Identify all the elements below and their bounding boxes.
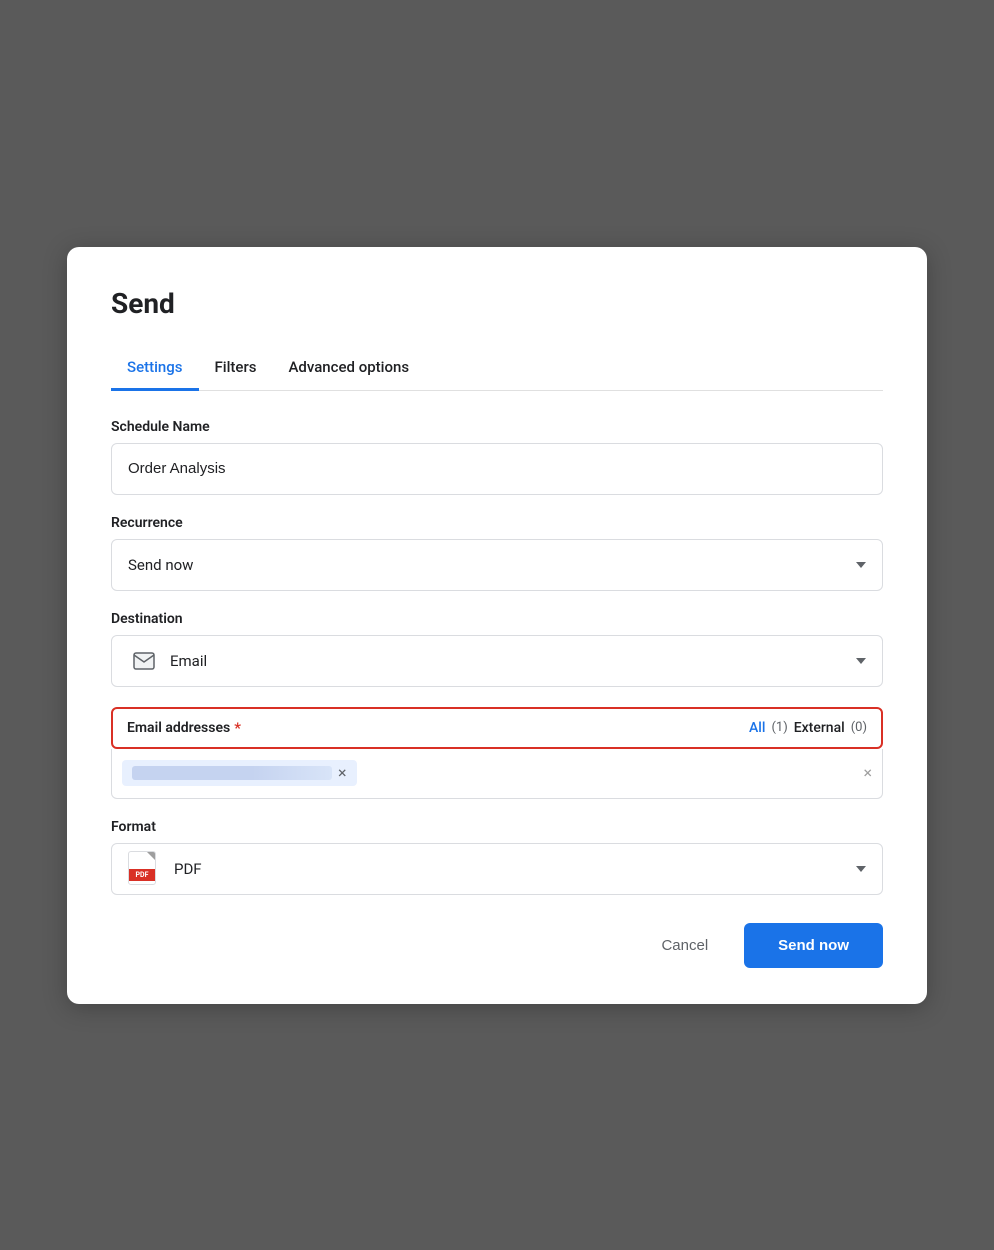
schedule-name-input[interactable] — [111, 443, 883, 495]
tab-filters[interactable]: Filters — [199, 348, 273, 391]
tabs-bar: Settings Filters Advanced options — [111, 348, 883, 391]
schedule-name-group: Schedule Name — [111, 419, 883, 495]
email-icon — [128, 648, 160, 674]
filter-all[interactable]: All — [749, 720, 765, 736]
recurrence-group: Recurrence Send now — [111, 515, 883, 591]
email-tags-row: × × — [111, 749, 883, 799]
dialog-footer: Cancel Send now — [111, 923, 883, 968]
format-label: Format — [111, 819, 883, 835]
format-group: Format PDF PDF — [111, 819, 883, 895]
empty-tag-close-icon: × — [863, 765, 872, 781]
destination-chevron-icon — [856, 658, 866, 664]
send-dialog: Send Settings Filters Advanced options S… — [67, 247, 927, 1004]
email-tag: × — [122, 760, 357, 786]
recurrence-chevron-icon — [856, 562, 866, 568]
recurrence-select[interactable]: Send now — [111, 539, 883, 591]
filter-external-count: (0) — [851, 720, 867, 735]
filter-external[interactable]: External — [794, 720, 845, 736]
empty-tag-slot: × — [863, 765, 872, 781]
email-addresses-header: Email addresses * All (1) External (0) — [111, 707, 883, 749]
recurrence-label: Recurrence — [111, 515, 883, 531]
send-now-button[interactable]: Send now — [744, 923, 883, 968]
required-star: * — [234, 719, 241, 737]
filter-all-count: (1) — [771, 720, 787, 735]
destination-label: Destination — [111, 611, 883, 627]
recurrence-value: Send now — [128, 556, 193, 574]
schedule-name-label: Schedule Name — [111, 419, 883, 435]
destination-value: Email — [170, 652, 207, 670]
tab-settings[interactable]: Settings — [111, 348, 199, 391]
dialog-title: Send — [111, 287, 883, 320]
destination-group: Destination Email — [111, 611, 883, 687]
tab-advanced[interactable]: Advanced options — [272, 348, 425, 391]
format-chevron-icon — [856, 866, 866, 872]
format-value: PDF — [174, 860, 202, 878]
destination-select[interactable]: Email — [111, 635, 883, 687]
cancel-button[interactable]: Cancel — [641, 927, 728, 964]
pdf-icon: PDF — [128, 851, 158, 887]
email-tag-close-icon[interactable]: × — [338, 765, 347, 781]
email-filter-group: All (1) External (0) — [749, 720, 867, 736]
email-tag-text — [132, 766, 332, 780]
format-select[interactable]: PDF PDF — [111, 843, 883, 895]
email-addresses-group: Email addresses * All (1) External (0) ×… — [111, 707, 883, 799]
email-addresses-label-text: Email addresses — [127, 720, 230, 736]
